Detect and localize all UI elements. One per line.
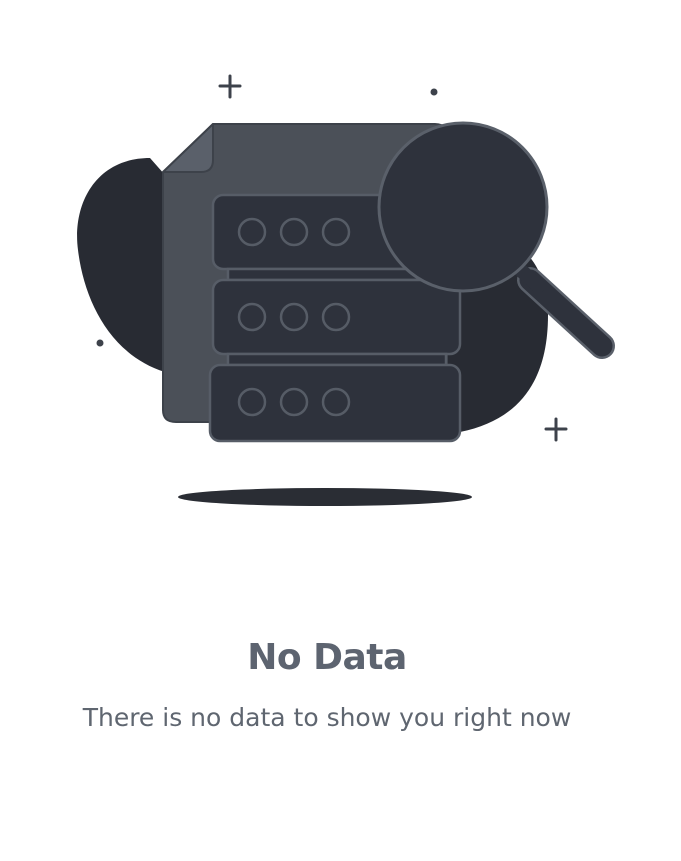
- empty-state-title: No Data: [247, 637, 407, 678]
- sparkle-plus-icon: [218, 74, 242, 99]
- sparkle-plus-icon: [544, 417, 568, 442]
- shadow: [178, 488, 472, 506]
- sparkle-dot-icon: [96, 339, 104, 347]
- database-search-icon: [77, 74, 615, 506]
- sparkle-dot-icon: [430, 88, 438, 96]
- empty-state-message: There is no data to show you right now: [82, 703, 572, 732]
- blob-shape: [77, 158, 165, 372]
- empty-state: No Data There is no data to show you rig…: [0, 0, 681, 861]
